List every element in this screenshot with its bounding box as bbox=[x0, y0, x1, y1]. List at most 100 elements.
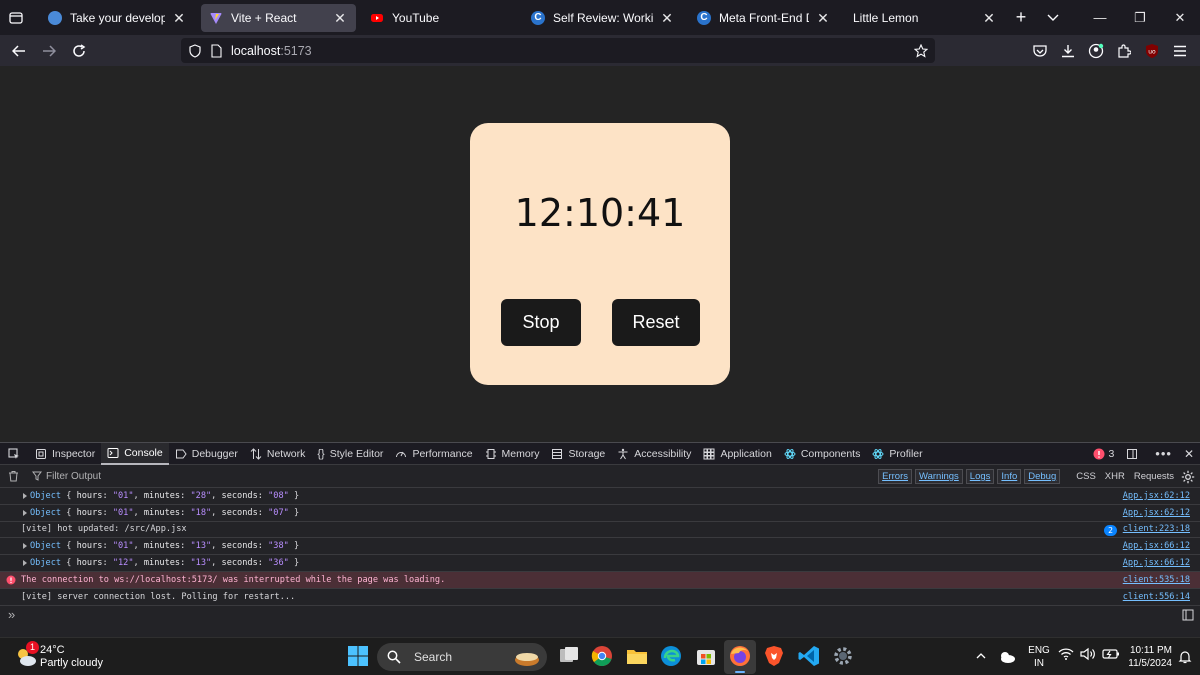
log-source-link[interactable]: client:556:14 bbox=[1123, 592, 1190, 602]
tab-style-editor[interactable]: {} Style Editor bbox=[311, 443, 389, 465]
tab-close-icon[interactable]: ✕ bbox=[659, 10, 675, 26]
tab-components[interactable]: Components bbox=[778, 443, 867, 465]
onedrive-cloud-icon[interactable] bbox=[998, 650, 1016, 664]
tab-label: Inspector bbox=[52, 447, 96, 460]
bookmark-star-icon[interactable] bbox=[914, 43, 928, 58]
back-button[interactable] bbox=[4, 37, 34, 65]
log-source-link[interactable]: App.jsx:66:12 bbox=[1123, 541, 1190, 551]
error-icon bbox=[1093, 448, 1105, 459]
tab-accessibility[interactable]: Accessibility bbox=[611, 443, 697, 465]
pocket-button[interactable] bbox=[1026, 37, 1054, 65]
tab-console[interactable]: Console bbox=[101, 442, 169, 465]
accessibility-icon bbox=[618, 448, 628, 459]
tab-application[interactable]: Application bbox=[697, 443, 777, 465]
taskbar-clock[interactable]: 10:11 PM 11/5/2024 bbox=[1112, 644, 1172, 670]
page-info-icon[interactable] bbox=[210, 43, 222, 58]
close-window-button[interactable]: ✕ bbox=[1160, 0, 1200, 35]
dock-button[interactable] bbox=[1120, 443, 1149, 465]
tab-youtube[interactable]: YouTube bbox=[362, 4, 517, 32]
expand-triangle-icon[interactable] bbox=[23, 560, 27, 567]
extensions-button[interactable] bbox=[1110, 37, 1138, 65]
input-language[interactable]: ENG IN bbox=[1024, 644, 1054, 670]
browser-nav-bar: localhost:5173 uo bbox=[0, 35, 1200, 66]
tab-close-icon[interactable]: ✕ bbox=[815, 10, 831, 26]
filter-errors[interactable]: Errors bbox=[878, 469, 912, 484]
reload-button[interactable] bbox=[64, 37, 94, 65]
error-count-badge[interactable]: 3 bbox=[1087, 443, 1120, 465]
filter-requests[interactable]: Requests bbox=[1131, 470, 1177, 483]
notification-bell-icon[interactable] bbox=[1178, 650, 1192, 664]
log-source-link[interactable]: App.jsx:66:12 bbox=[1123, 558, 1190, 568]
app-menu-button[interactable] bbox=[1166, 37, 1194, 65]
ublock-button[interactable]: uo bbox=[1138, 37, 1166, 65]
taskbar-search-box[interactable]: Search bbox=[377, 643, 547, 671]
reset-button[interactable]: Reset bbox=[612, 299, 700, 346]
tab-label: Self Review: Working with E bbox=[553, 10, 653, 25]
tab-network[interactable]: Network bbox=[244, 443, 312, 465]
edge-icon[interactable] bbox=[659, 644, 683, 668]
tab-close-icon[interactable]: ✕ bbox=[171, 10, 187, 26]
editor-mode-icon[interactable] bbox=[1182, 609, 1194, 621]
tab-meta-frontend[interactable]: C Meta Front-End Developer | ✕ bbox=[689, 4, 839, 32]
downloads-button[interactable] bbox=[1054, 37, 1082, 65]
list-all-tabs-button[interactable] bbox=[1037, 0, 1069, 35]
tab-self-review[interactable]: C Self Review: Working with E ✕ bbox=[523, 4, 683, 32]
filter-input[interactable]: Filter Output bbox=[46, 471, 166, 482]
tab-debugger[interactable]: Debugger bbox=[169, 443, 244, 465]
clear-console-button[interactable] bbox=[0, 470, 26, 482]
shield-icon[interactable] bbox=[188, 43, 202, 58]
settings-gear-icon[interactable] bbox=[831, 644, 855, 668]
address-bar[interactable]: localhost:5173 bbox=[181, 38, 935, 63]
console-input-row[interactable]: » bbox=[0, 606, 1200, 624]
windows-start-icon[interactable] bbox=[346, 644, 370, 668]
devtools-menu-button[interactable]: ••• bbox=[1149, 443, 1178, 465]
log-source-link[interactable]: App.jsx:62:12 bbox=[1123, 491, 1190, 501]
element-picker-button[interactable] bbox=[4, 443, 29, 465]
vscode-icon[interactable] bbox=[797, 644, 821, 668]
tab-vite-react[interactable]: Vite + React ✕ bbox=[201, 3, 356, 32]
system-tray-status[interactable] bbox=[1058, 647, 1120, 661]
filter-logs[interactable]: Logs bbox=[965, 469, 995, 484]
chrome-icon[interactable] bbox=[590, 644, 614, 668]
filter-css[interactable]: CSS bbox=[1073, 470, 1099, 483]
expand-triangle-icon[interactable] bbox=[23, 493, 27, 499]
log-source-link[interactable]: client:223:18 bbox=[1123, 524, 1190, 534]
filter-xhr[interactable]: XHR bbox=[1102, 470, 1128, 483]
tab-label: Storage bbox=[568, 447, 606, 460]
brave-icon[interactable] bbox=[762, 644, 786, 668]
tab-performance[interactable]: Performance bbox=[389, 443, 478, 465]
lang-region: IN bbox=[1034, 658, 1044, 669]
log-source-link[interactable]: client:535:18 bbox=[1123, 575, 1190, 585]
show-hidden-icons-button[interactable] bbox=[972, 647, 990, 665]
task-view-icon[interactable] bbox=[557, 644, 581, 668]
close-devtools-button[interactable]: ✕ bbox=[1178, 443, 1200, 465]
gear-icon[interactable] bbox=[1181, 470, 1195, 484]
weather-widget[interactable]: 1 24°C Partly cloudy bbox=[12, 641, 132, 671]
expand-triangle-icon[interactable] bbox=[23, 543, 27, 550]
microsoft-store-icon[interactable] bbox=[694, 644, 718, 668]
forward-button[interactable] bbox=[34, 37, 64, 65]
console-error-row: The connection to ws://localhost:5173/ w… bbox=[0, 571, 1200, 589]
minimize-button[interactable]: — bbox=[1080, 0, 1120, 35]
tab-label: Meta Front-End Developer | bbox=[719, 10, 809, 25]
filter-info[interactable]: Info bbox=[997, 469, 1022, 484]
filter-warnings[interactable]: Warnings bbox=[915, 469, 963, 484]
expand-triangle-icon[interactable] bbox=[23, 509, 27, 516]
tab-little-lemon[interactable]: Little Lemon ✕ bbox=[845, 4, 1005, 32]
tab-memory[interactable]: Memory bbox=[479, 443, 546, 465]
log-source-link[interactable]: App.jsx:62:12 bbox=[1123, 508, 1190, 518]
tab-inspector[interactable]: Inspector bbox=[29, 443, 101, 465]
tab-storage[interactable]: Storage bbox=[545, 443, 611, 465]
tab-profiler[interactable]: Profiler bbox=[866, 443, 928, 465]
restore-button[interactable]: ❐ bbox=[1120, 0, 1160, 35]
tab-list-button[interactable] bbox=[0, 0, 32, 35]
tab-close-icon[interactable]: ✕ bbox=[332, 10, 348, 26]
account-button[interactable] bbox=[1082, 37, 1110, 65]
tab-coursera-course[interactable]: Take your development skil ✕ bbox=[40, 4, 195, 32]
new-tab-button[interactable]: + bbox=[1005, 0, 1037, 35]
tab-close-icon[interactable]: ✕ bbox=[981, 10, 997, 26]
filter-debug[interactable]: Debug bbox=[1024, 469, 1061, 484]
stop-button[interactable]: Stop bbox=[501, 299, 581, 346]
file-explorer-icon[interactable] bbox=[625, 644, 649, 668]
firefox-taskbar-active[interactable] bbox=[724, 640, 756, 674]
